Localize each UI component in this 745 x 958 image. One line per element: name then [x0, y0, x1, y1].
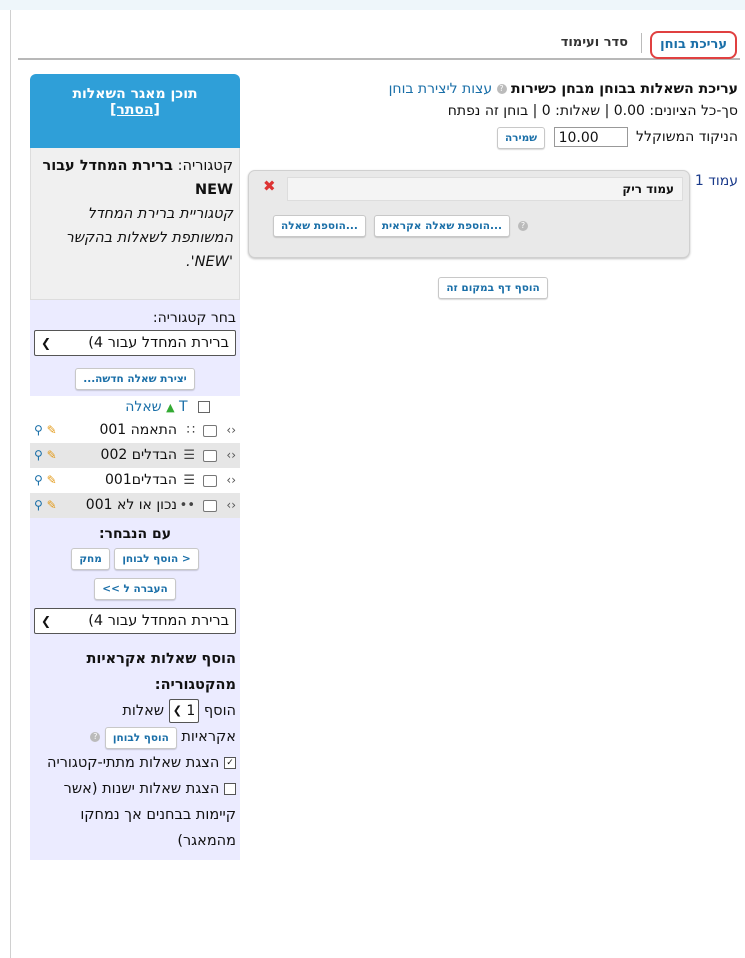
show-subcategory-label: הצגת שאלות מתתי-קטגוריה: [47, 755, 220, 771]
category-label: קטגוריה:: [177, 158, 233, 174]
help-icon[interactable]: ?: [517, 221, 528, 231]
random-questions-label: שאלות: [122, 703, 165, 719]
question-row[interactable]: ‹› ☰ הבדלים001 ✎ ⚲: [30, 468, 240, 493]
move-arrow-icon[interactable]: ‹›: [220, 493, 236, 518]
question-row[interactable]: ‹› ∷ התאמה 001 ✎ ⚲: [30, 418, 240, 443]
random-random-label: אקראיות: [181, 729, 236, 745]
max-grade-label: הניקוד המשוקלל: [636, 129, 738, 145]
category-select-value: ברירת המחדל עבור 4): [88, 335, 229, 351]
max-grade-input[interactable]: 10.00: [553, 127, 628, 147]
sidebar-header: תוכן מאגר השאלות [הסתר]: [30, 74, 240, 148]
tab-edit-quiz[interactable]: עריכת בוחן: [650, 31, 737, 59]
create-question-button[interactable]: יצירת שאלה חדשה...: [75, 368, 195, 390]
empty-page-header: עמוד ריק: [287, 177, 683, 201]
delete-page-icon[interactable]: ✖: [263, 179, 276, 194]
hide-link[interactable]: [הסתר]: [36, 102, 234, 118]
show-subcategory-checkbox[interactable]: ✓: [224, 757, 236, 769]
random-questions-panel: הוסף שאלות אקראיות מהקטגוריה: הוסף 1 ❯ ש…: [30, 640, 240, 860]
question-checkbox[interactable]: [203, 424, 217, 437]
random-count-select[interactable]: 1 ❯: [168, 699, 200, 723]
preview-icon[interactable]: ⚲: [34, 473, 43, 487]
question-checkbox[interactable]: [203, 499, 217, 512]
random-add-to-quiz-button[interactable]: הוסף לבוחן: [104, 727, 177, 749]
tab-order-paging[interactable]: סדר ועימוד: [553, 31, 636, 55]
help-icon[interactable]: ?: [496, 84, 507, 94]
truefalse-icon: ••: [179, 498, 195, 513]
tips-link[interactable]: עצות ליצירת בוחן: [389, 81, 492, 97]
edit-pencil-icon[interactable]: ✎: [47, 423, 57, 437]
add-page-row: הוסף דף במקום זה: [248, 276, 738, 299]
edit-pencil-icon[interactable]: ✎: [47, 448, 57, 462]
move-select-value: ברירת המחדל עבור 4): [88, 613, 229, 629]
question-checkbox[interactable]: [203, 474, 217, 487]
edit-pencil-icon[interactable]: ✎: [47, 473, 57, 487]
question-bank-sidebar: תוכן מאגר השאלות [הסתר] קטגוריה: ברירת ה…: [30, 74, 240, 860]
quiz-edit-main: עריכת השאלות בבוחן מבחן כשירות ? עצות לי…: [248, 78, 738, 299]
move-to-button[interactable]: העברה ל >>: [94, 578, 176, 600]
preview-icon[interactable]: ⚲: [34, 423, 43, 437]
chevron-down-icon: ❯: [172, 704, 182, 717]
question-name: הבדלים001: [105, 472, 177, 488]
random-heading: הוסף שאלות אקראיות מהקטגוריה:: [86, 651, 236, 693]
add-page-button[interactable]: הוסף דף במקום זה: [438, 277, 548, 299]
sidebar-title: תוכן מאגר השאלות: [72, 86, 198, 102]
question-list: ‹› ∷ התאמה 001 ✎ ⚲ ‹› ☰ הבדלים 002 ✎ ⚲ ‹› ☰ הבדלים…: [30, 418, 240, 518]
question-name: הבדלים 002: [100, 447, 177, 463]
preview-icon[interactable]: ⚲: [34, 448, 43, 462]
quiz-summary: סך-כל הציונים: 0.00 | שאלות: 0 | בוחן זה…: [447, 103, 738, 119]
show-old-label: הצגת שאלות ישנות (אשר קיימות בבחנים אך נ…: [63, 781, 236, 849]
choose-category-label: בחר קטגוריה:: [152, 310, 236, 326]
chevron-down-icon: ❯: [41, 336, 52, 350]
match-icon: ∷: [186, 423, 195, 438]
add-random-question-button[interactable]: הוספת שאלה אקראית...: [373, 215, 510, 237]
multichoice-icon: ☰: [183, 448, 195, 463]
select-all-checkbox[interactable]: [198, 401, 210, 413]
question-row[interactable]: ‹› ☰ הבדלים 002 ✎ ⚲: [30, 443, 240, 468]
category-chooser: בחר קטגוריה: ברירת המחדל עבור 4) ❯ יצירת…: [30, 300, 240, 396]
question-name: נכון או לא 001: [85, 497, 177, 513]
quiz-page-box: עמוד ריק ✖ הוספת שאלה... הוספת שאלה אקרא…: [248, 170, 690, 258]
tab-separator: [641, 33, 642, 53]
tab-bar: עריכת בוחן סדר ועימוד: [18, 28, 740, 60]
move-category-select[interactable]: ברירת המחדל עבור 4) ❯: [34, 608, 236, 634]
delete-button[interactable]: מחק: [71, 548, 110, 570]
add-question-button[interactable]: הוספת שאלה...: [273, 215, 366, 237]
page-title: עריכת השאלות בבוחן מבחן כשירות: [511, 81, 738, 97]
question-checkbox[interactable]: [203, 449, 217, 462]
question-list-header: T ▲ שאלה: [30, 396, 240, 418]
add-to-quiz-button[interactable]: < הוסף לבוחן: [114, 548, 199, 570]
chevron-down-icon: ❯: [41, 614, 52, 628]
with-selected-panel: עם הנבחר: < הוסף לבוחן מחק העברה ל >> בר…: [30, 518, 240, 640]
show-old-checkbox[interactable]: [224, 783, 236, 795]
category-description: קטגוריית ברירת המחדל המשותפת לשאלות בהקש…: [65, 206, 233, 270]
question-row[interactable]: ‹› •• נכון או לא 001 ✎ ⚲: [30, 493, 240, 518]
left-border: [10, 10, 11, 958]
help-icon[interactable]: ?: [90, 732, 101, 742]
question-name: התאמה 001: [99, 422, 177, 438]
with-selected-heading: עם הנבחר:: [98, 526, 172, 542]
page-number-label: עמוד 1: [694, 173, 738, 189]
random-add-label: הוסף: [203, 703, 236, 719]
random-count-value: 1: [186, 703, 196, 719]
sort-question-link[interactable]: שאלה: [125, 399, 161, 415]
sort-arrow-icon: ▲: [166, 401, 175, 414]
category-info: קטגוריה: ברירת המחדל עבור NEW קטגוריית ב…: [30, 148, 240, 300]
move-arrow-icon[interactable]: ‹›: [220, 418, 236, 443]
move-arrow-icon[interactable]: ‹›: [220, 443, 236, 468]
save-button[interactable]: שמירה: [496, 127, 546, 149]
category-select[interactable]: ברירת המחדל עבור 4) ❯: [34, 330, 236, 356]
move-arrow-icon[interactable]: ‹›: [220, 468, 236, 493]
multichoice-icon: ☰: [183, 473, 195, 488]
preview-icon[interactable]: ⚲: [34, 498, 43, 512]
sort-type-link[interactable]: T: [179, 399, 188, 415]
top-strip: [0, 0, 745, 10]
edit-pencil-icon[interactable]: ✎: [47, 498, 57, 512]
